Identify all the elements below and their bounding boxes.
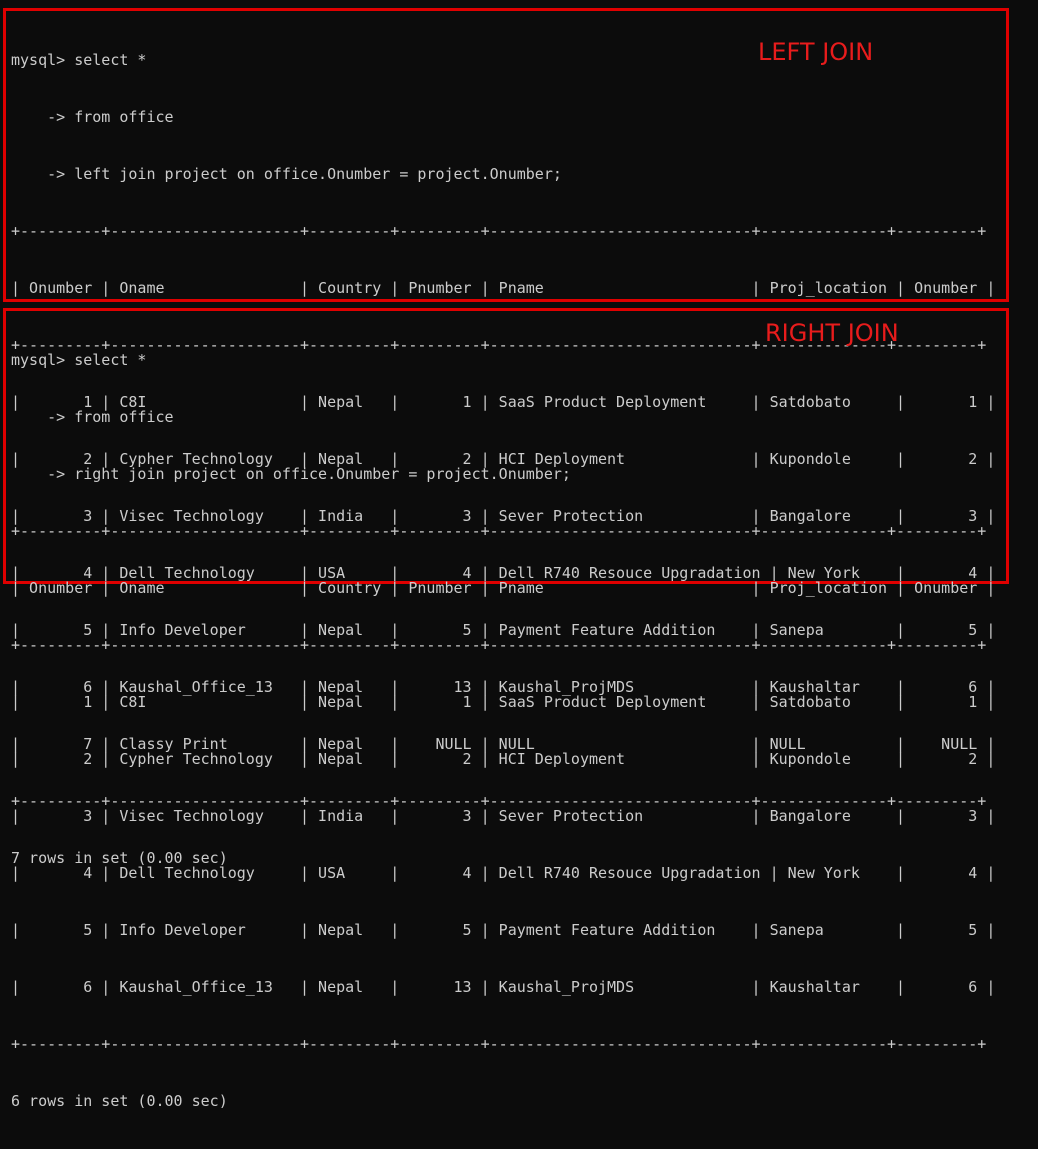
table-border: +---------+---------------------+-------… (11, 522, 987, 540)
table-row: | 5 | Info Developer | Nepal | 5 | Payme… (11, 921, 996, 939)
right-join-terminal-output: mysql> select * -> from office -> right … (11, 313, 995, 1149)
table-row: | 4 | Dell Technology | USA | 4 | Dell R… (11, 864, 996, 882)
result-summary: 6 rows in set (0.00 sec) (11, 1092, 228, 1110)
prompt-line: mysql> select * (11, 351, 147, 369)
table-row: | 3 | Visec Technology | India | 3 | Sev… (11, 807, 996, 825)
prompt-line: -> from office (11, 408, 174, 426)
prompt-line: -> left join project on office.Onumber =… (11, 165, 562, 183)
table-header: | Onumber | Oname | Country | Pnumber | … (11, 579, 996, 597)
table-border: +---------+---------------------+-------… (11, 222, 987, 240)
left-join-panel: mysql> select * -> from office -> left j… (3, 8, 1009, 867)
right-join-panel: mysql> select * -> from office -> right … (3, 308, 1009, 1110)
left-join-label: LEFT JOIN (758, 38, 874, 66)
table-row: | 1 | C8I | Nepal | 1 | SaaS Product Dep… (11, 693, 996, 711)
table-row: | 6 | Kaushal_Office_13 | Nepal | 13 | K… (11, 978, 996, 996)
table-row: | 2 | Cypher Technology | Nepal | 2 | HC… (11, 750, 996, 768)
right-join-label: RIGHT JOIN (765, 319, 899, 347)
prompt-line: -> right join project on office.Onumber … (11, 465, 571, 483)
prompt-line: -> from office (11, 108, 174, 126)
table-border: +---------+---------------------+-------… (11, 1035, 987, 1053)
table-header: | Onumber | Oname | Country | Pnumber | … (11, 279, 996, 297)
table-border: +---------+---------------------+-------… (11, 636, 987, 654)
